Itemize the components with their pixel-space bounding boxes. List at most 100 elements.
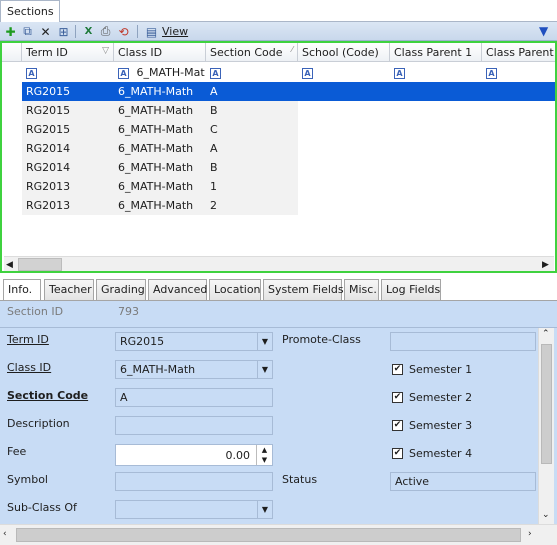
tab-location[interactable]: Location [209,279,261,300]
window-title: Sections [7,5,54,18]
column-header-class-parent-2[interactable]: Class Parent 2 [482,43,555,62]
tab-grading[interactable]: Grading [96,279,146,300]
filter-class-id[interactable]: A 6_MATH-Mat [118,66,205,79]
fee-stepper[interactable]: ▲ ▼ [256,445,272,465]
column-header-section-code[interactable]: Section Code ⁄ [206,43,298,62]
window-title-tab[interactable]: Sections [0,0,60,22]
panel-horizontal-scrollbar[interactable]: ‹ › [0,524,557,545]
filter-cell-icon: A [302,68,313,79]
delete-icon[interactable]: ✕ [38,24,53,39]
table-row[interactable]: RG2015 6_MATH-Math C [22,120,298,139]
section-code-field[interactable]: A [115,388,273,407]
add-icon[interactable]: ✚ [3,24,18,39]
cell-class-id: 6_MATH-Math [118,85,194,98]
description-label: Description [7,417,70,430]
symbol-field[interactable] [115,472,273,491]
view-button[interactable]: View [162,25,188,38]
scroll-left-icon[interactable]: ‹ [3,529,7,539]
cell-term-id: RG2015 [26,123,71,136]
status-field[interactable]: Active [390,472,536,491]
filter-cell-icon: A [394,68,405,79]
print-icon[interactable]: ⎙ [98,24,113,39]
semester-1-checkbox[interactable]: ✔ [392,364,403,375]
chevron-down-icon[interactable]: ▼ [257,361,272,378]
scroll-left-icon[interactable]: ◀ [6,260,13,270]
filter-school[interactable]: A [302,66,313,79]
copy-icon[interactable]: ⧉ [20,24,35,39]
promote-class-field[interactable] [390,332,536,351]
scroll-right-icon[interactable]: ▶ [542,260,549,270]
cell-term-id: RG2014 [26,142,71,155]
tab-advanced[interactable]: Advanced [148,279,207,300]
grid-horizontal-scrollbar[interactable]: ◀ ▶ [4,256,554,271]
semester-3-checkbox[interactable]: ✔ [392,420,403,431]
description-field[interactable] [115,416,273,435]
filter-cell-icon: A [486,68,497,79]
cell-section-code: 2 [210,199,217,212]
column-header-term-id[interactable]: Term ID ▽ [22,43,114,62]
term-id-value: RG2015 [120,335,165,348]
term-id-label: Term ID [7,333,49,346]
fee-label: Fee [7,445,27,458]
table-row[interactable]: RG2014 6_MATH-Math B [22,158,298,177]
refresh-icon[interactable]: ⟲ [116,24,131,39]
chevron-down-icon[interactable]: ▼ [257,501,272,518]
class-id-combo[interactable]: 6_MATH-Math ▼ [115,360,273,379]
cell-class-id: 6_MATH-Math [118,180,194,193]
semester-2-label: Semester 2 [409,391,473,404]
scroll-right-icon[interactable]: › [528,529,532,539]
scrollbar-thumb[interactable] [16,528,521,542]
class-id-value: 6_MATH-Math [120,363,196,376]
scroll-up-icon[interactable]: ⌃ [542,329,550,339]
filter-class-parent-1[interactable]: A [394,66,405,79]
column-header-class-id[interactable]: Class ID [114,43,206,62]
toolbar-separator [75,25,76,38]
column-header-school[interactable]: School (Code) [298,43,390,62]
table-row[interactable]: RG2013 6_MATH-Math 2 [22,196,298,215]
filter-section-code[interactable]: A [210,66,221,79]
scroll-down-icon[interactable]: ⌄ [542,510,550,520]
panel-divider [0,327,557,328]
table-row[interactable]: RG2013 6_MATH-Math 1 [22,177,298,196]
fee-field[interactable]: 0.00 [115,444,273,466]
filter-icon[interactable]: ▼ [539,24,548,38]
subclass-label: Sub-Class Of [7,501,77,514]
semester-2-checkbox[interactable]: ✔ [392,392,403,403]
resize-grip-icon: ⁄ [291,45,293,54]
term-id-combo[interactable]: RG2015 ▼ [115,332,273,351]
cell-class-id: 6_MATH-Math [118,161,194,174]
tab-log-fields[interactable]: Log Fields [381,279,441,300]
scrollbar-thumb[interactable] [18,258,62,271]
filter-cell-icon: A [210,68,221,79]
scrollbar-thumb[interactable] [541,344,552,464]
filter-cell-icon: A [26,68,37,79]
section-id-label: Section ID [7,305,64,318]
semester-3-label: Semester 3 [409,419,473,432]
filter-term-id[interactable]: A [26,66,37,79]
cell-class-id: 6_MATH-Math [118,123,194,136]
table-row[interactable]: RG2015 6_MATH-Math B [22,101,298,120]
filter-class-parent-2[interactable]: A [486,66,497,79]
tab-system-fields[interactable]: System Fields [263,279,344,300]
cell-term-id: RG2015 [26,85,71,98]
sort-icon: ▽ [102,46,109,56]
excel-icon[interactable]: X [81,24,96,39]
table-row[interactable]: RG2015 6_MATH-Math A [22,82,555,101]
promote-class-label: Promote-Class [282,333,361,346]
grid-layout-icon[interactable]: ⊞ [56,24,71,39]
cell-section-code: B [210,161,218,174]
cell-term-id: RG2013 [26,199,71,212]
subclass-combo[interactable]: ▼ [115,500,273,519]
tab-teacher[interactable]: Teacher [44,279,94,300]
cell-term-id: RG2013 [26,180,71,193]
semester-4-checkbox[interactable]: ✔ [392,448,403,459]
table-row[interactable]: RG2014 6_MATH-Math A [22,139,298,158]
cell-term-id: RG2015 [26,104,71,117]
cell-class-id: 6_MATH-Math [118,142,194,155]
tab-misc[interactable]: Misc. [344,279,379,300]
panel-vertical-scrollbar[interactable]: ⌃ ⌄ [538,328,554,524]
tab-info[interactable]: Info. [3,279,41,301]
column-header-class-parent-1[interactable]: Class Parent 1 [390,43,482,62]
chevron-down-icon[interactable]: ▼ [257,333,272,350]
cell-section-code: 1 [210,180,217,193]
